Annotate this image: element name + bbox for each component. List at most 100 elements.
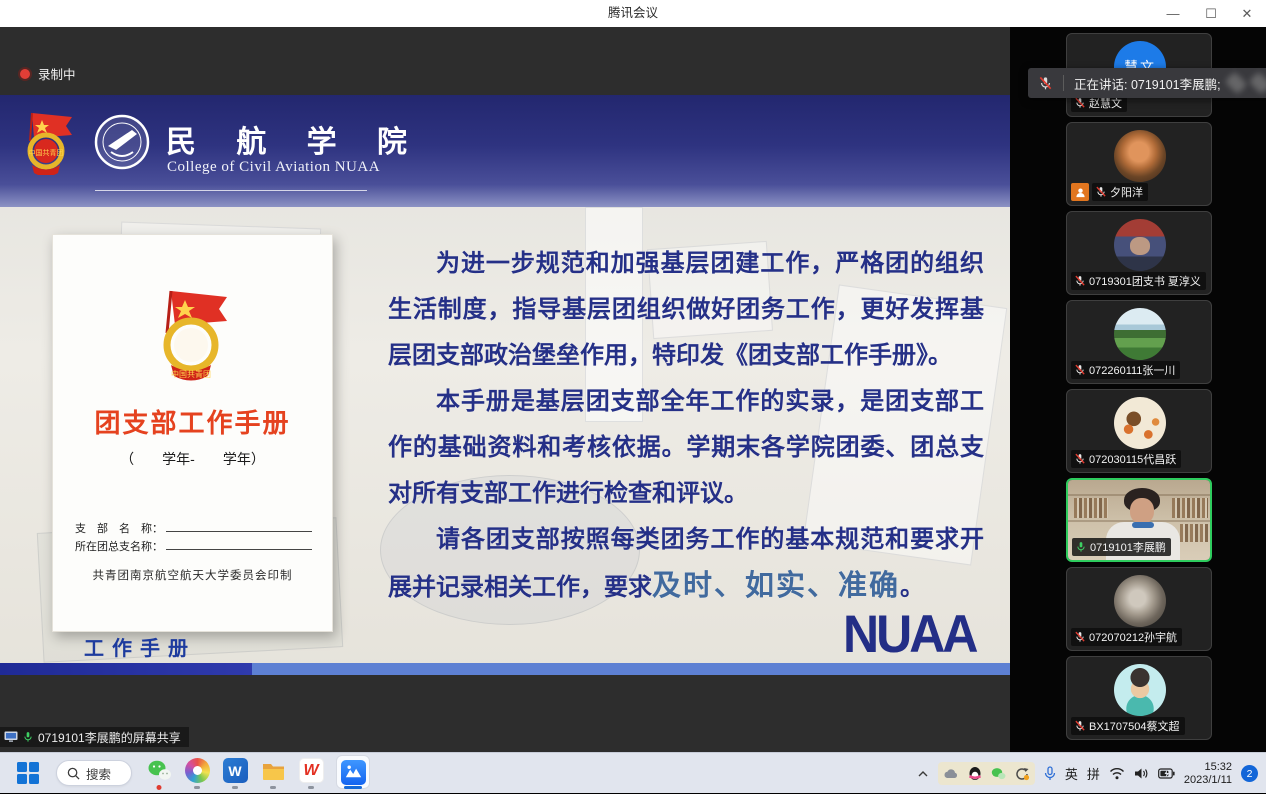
college-name-en: College of Civil Aviation NUAA [167,159,380,176]
participant-name: 0719101李展鹏 [1090,539,1166,555]
taskbar-app-file-explorer[interactable] [260,758,286,789]
booklet-cover: 中国共青团 团支部工作手册 （ 学年- 学年） 支 部 名 称： 所在团总支名称… [52,234,333,632]
mic-muted-icon [1074,275,1086,287]
active-app-highlight [336,755,370,789]
shared-slide: 中国共青团 民 航 学 院 College of Civil Aviation … [0,95,1010,675]
participant-namebar: 072260111张一川 [1071,361,1180,379]
taskbar-app-wps[interactable]: W [298,758,324,789]
booklet-field-committee: 所在团总支名称： [75,538,312,554]
slide-footer-label: 工作手册 [84,632,196,661]
participant-tile[interactable]: 0719301团支书 夏淳义 [1066,211,1212,295]
close-button[interactable]: ✕ [1230,0,1264,27]
booklet-publisher: 共青团南京航空航天大学委员会印制 [53,567,332,583]
participant-name: 0719301团支书 夏淳义 [1089,273,1201,289]
slide-header-banner: 中国共青团 民 航 学 院 College of Civil Aviation … [0,95,1010,207]
sync-icon[interactable] [1015,767,1030,781]
blurred-text [1224,72,1247,95]
mic-muted-icon [1074,453,1086,465]
mic-muted-icon [1074,97,1086,109]
qq-icon[interactable] [968,766,982,781]
avatar [1114,130,1166,182]
participant-tile[interactable]: BX1707504蔡文超 [1066,656,1212,740]
browser-icon [185,758,210,783]
taskbar-clock[interactable]: 15:32 2023/1/11 [1184,761,1232,787]
search-label: 搜索 [86,764,111,783]
paragraph-1: 为进一步规范和加强基层团建工作，严格团的组织生活制度，指导基层团组织做好团务工作… [388,241,984,379]
mic-muted-icon [1074,720,1086,732]
mic-muted-icon [1095,186,1107,198]
taskbar-search[interactable]: 搜索 [56,760,132,786]
wps-icon: W [299,758,324,783]
nuaa-watermark: NUAA [843,604,975,665]
tooltip-divider [1063,75,1064,91]
volume-icon[interactable] [1134,767,1149,780]
participants-panel[interactable]: 慧文 赵慧文 [1010,27,1266,752]
running-indicator [232,786,238,789]
taskbar-app-tencent-meeting[interactable] [336,758,370,789]
participant-name: BX1707504蔡文超 [1089,718,1180,734]
notification-badge[interactable]: 2 [1241,765,1258,782]
svg-text:中国共青团: 中国共青团 [29,148,64,157]
participant-namebar: 0719301团支书 夏淳义 [1071,272,1206,290]
participant-namebar: 0719101李展鹏 [1072,538,1171,556]
avatar [1114,219,1166,271]
running-indicator [270,786,276,789]
mic-muted-icon [1074,631,1086,643]
window-titlebar[interactable]: 腾讯会议 — ☐ ✕ [0,0,1266,27]
maximize-button[interactable]: ☐ [1194,0,1228,27]
minimize-button[interactable]: — [1156,0,1190,27]
taskbar-app-browser[interactable] [184,758,210,789]
paragraph-2: 本手册是基层团支部全年工作的实录，是团支部工作的基础资料和考核依据。学期末各学院… [388,379,984,517]
avatar [1114,575,1166,627]
avatar [1114,397,1166,449]
slide-bottom-bar [0,663,1010,675]
svg-text:中国共青团: 中国共青团 [171,369,211,379]
screen-share-stage: 录制中 中国共青团 [0,27,1010,752]
speaking-tooltip: 正在讲话: 0719101李展鹏; [1028,68,1266,98]
mic-tray-icon[interactable] [1044,766,1056,781]
start-button-icon[interactable] [16,761,40,785]
word-icon: W [223,758,248,783]
youth-league-emblem-icon: 中国共青团 [151,287,235,383]
participant-tile[interactable]: 夕阳洋 [1066,122,1212,206]
wechat-tray-icon[interactable] [991,767,1006,780]
ime-pinyin-indicator[interactable]: 拼 [1087,764,1100,783]
battery-icon[interactable] [1158,768,1175,779]
booklet-field-branch: 支 部 名 称： [75,520,312,536]
meeting-window: 录制中 中国共青团 [0,27,1266,752]
fill-in-line [166,522,312,532]
wifi-icon[interactable] [1109,767,1125,780]
avatar [1114,308,1166,360]
active-indicator [344,786,362,789]
taskbar-app-word[interactable]: W [222,758,248,789]
participant-namebar: BX1707504蔡文超 [1071,717,1185,735]
participant-name: 072260111张一川 [1089,362,1175,378]
university-seal-icon [94,114,150,170]
slide-bottom-bar-dark-segment [0,663,252,675]
host-badge-icon [1071,183,1089,201]
windows-taskbar[interactable]: 搜索 W W [0,752,1266,793]
recording-indicator: 录制中 [20,64,76,83]
paragraph-3: 请各团支部按照每类团务工作的基本规范和要求开展并记录相关工作，要求及时、如实、准… [388,517,984,611]
slide-text-block: 为进一步规范和加强基层团建工作，严格团的组织生活制度，指导基层团组织做好团务工作… [388,241,984,611]
tray-chevron-icon[interactable] [917,768,929,780]
participant-namebar: 夕阳洋 [1092,183,1148,201]
running-indicator [194,786,200,789]
speaking-tooltip-text: 正在讲话: 0719101李展鹏; [1074,74,1221,93]
tray-icon-group [938,762,1035,785]
booklet-title: 团支部工作手册 [53,403,332,440]
header-divider [95,190,367,191]
mic-active-icon [1075,541,1087,553]
participant-name: 夕阳洋 [1110,184,1143,200]
participant-tile[interactable]: 072030115代昌跃 [1066,389,1212,473]
cloud-icon[interactable] [943,768,959,780]
ime-english-indicator[interactable]: 英 [1065,764,1078,783]
participant-tile-active-speaker[interactable]: 0719101李展鹏 [1066,478,1212,562]
participant-tile[interactable]: 072260111张一川 [1066,300,1212,384]
blurred-text [1248,72,1266,95]
participant-tile[interactable]: 072070212孙宇航 [1066,567,1212,651]
youth-league-badge-icon: 中国共青团 [20,111,76,175]
screen-share-icon [4,731,18,743]
participant-namebar: 072030115代昌跃 [1071,450,1181,468]
taskbar-app-wechat[interactable] [146,758,172,789]
